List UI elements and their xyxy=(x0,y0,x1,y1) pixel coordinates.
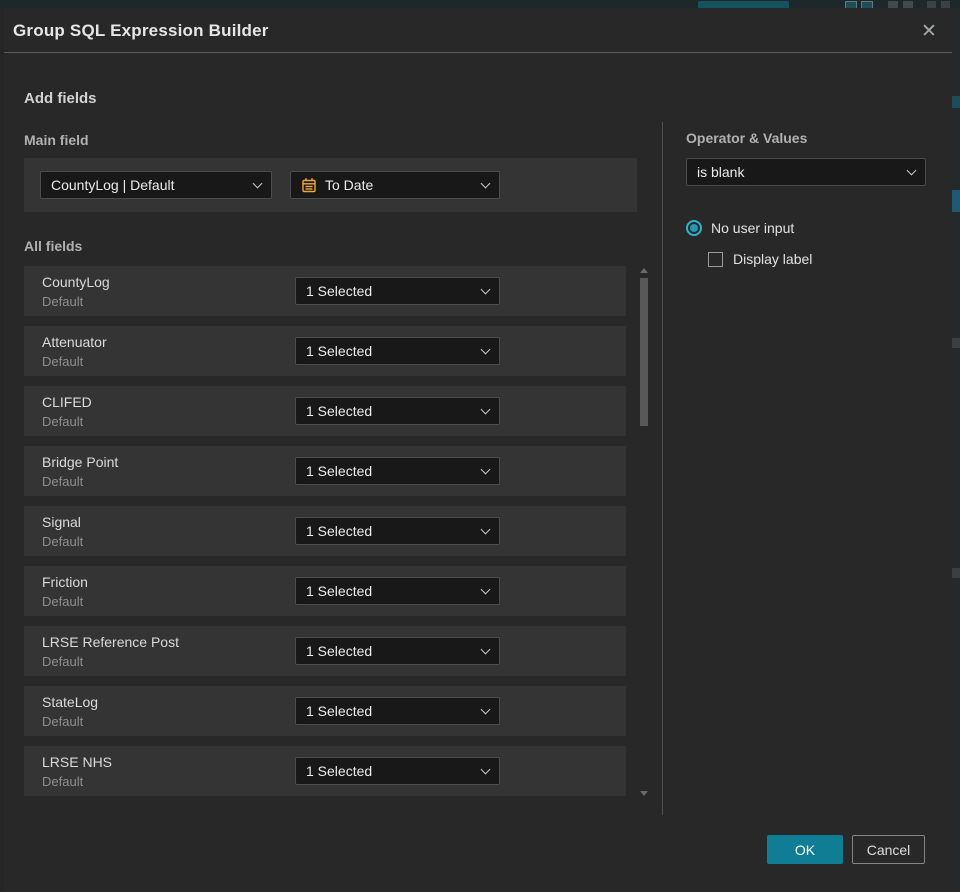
operator-dropdown-value: is blank xyxy=(697,164,745,180)
toolbar-fragment xyxy=(927,1,936,8)
main-field-dropdown-value: CountyLog | Default xyxy=(51,177,175,193)
field-subtitle: Default xyxy=(42,594,84,609)
chevron-down-icon xyxy=(480,284,491,294)
field-row-bridge-point: Bridge Point Default 1 Selected xyxy=(24,446,626,496)
field-subtitle: Default xyxy=(42,534,84,549)
background-fragment xyxy=(952,338,960,348)
field-name: Attenuator xyxy=(42,334,107,350)
chevron-down-icon xyxy=(480,344,491,354)
operator-values-label: Operator & Values xyxy=(686,130,808,146)
field-selected-dropdown[interactable]: 1 Selected xyxy=(295,577,500,605)
group-sql-expression-builder-dialog: Group SQL Expression Builder ✕ Add field… xyxy=(4,8,952,892)
field-name: StateLog xyxy=(42,694,99,710)
toolbar-fragment xyxy=(888,1,898,8)
field-name: Signal xyxy=(42,514,81,530)
field-row-lrse-reference-post: LRSE Reference Post Default 1 Selected xyxy=(24,626,626,676)
selected-count: 1 Selected xyxy=(306,523,373,539)
selected-count: 1 Selected xyxy=(306,583,373,599)
field-subtitle: Default xyxy=(42,654,84,669)
chevron-down-icon xyxy=(252,178,263,188)
field-subtitle: Default xyxy=(42,714,84,729)
main-field-date-value: To Date xyxy=(325,177,374,193)
field-name: CLIFED xyxy=(42,394,92,410)
field-name: Bridge Point xyxy=(42,454,119,470)
main-field-label: Main field xyxy=(24,132,89,148)
fields-list-scrollbar[interactable] xyxy=(640,266,648,798)
chevron-down-icon xyxy=(480,464,491,474)
display-label-label: Display label xyxy=(733,251,813,267)
chevron-down-icon xyxy=(480,404,491,414)
background-fragment xyxy=(952,190,960,212)
chevron-down-icon xyxy=(480,178,491,188)
background-fragment xyxy=(952,96,960,108)
field-selected-dropdown[interactable]: 1 Selected xyxy=(295,517,500,545)
main-field-date-dropdown[interactable]: To Date xyxy=(290,171,500,199)
field-row-friction: Friction Default 1 Selected xyxy=(24,566,626,616)
panel-divider xyxy=(662,122,663,815)
field-name: CountyLog xyxy=(42,274,110,290)
no-user-input-radio-row[interactable]: No user input xyxy=(686,220,794,236)
chevron-down-icon xyxy=(480,644,491,654)
field-name: Friction xyxy=(42,574,88,590)
scroll-up-icon[interactable] xyxy=(640,268,648,273)
field-selected-dropdown[interactable]: 1 Selected xyxy=(295,697,500,725)
selected-count: 1 Selected xyxy=(306,283,373,299)
toolbar-fragment xyxy=(861,1,873,8)
display-label-checkbox-row[interactable]: Display label xyxy=(708,251,812,267)
field-subtitle: Default xyxy=(42,294,84,309)
dialog-titlebar: Group SQL Expression Builder ✕ xyxy=(4,8,952,53)
field-row-clifed: CLIFED Default 1 Selected xyxy=(24,386,626,436)
selected-count: 1 Selected xyxy=(306,703,373,719)
field-subtitle: Default xyxy=(42,354,84,369)
dialog-title: Group SQL Expression Builder xyxy=(13,21,269,40)
field-row-statelog: StateLog Default 1 Selected xyxy=(24,686,626,736)
selected-count: 1 Selected xyxy=(306,343,373,359)
field-row-attenuator: Attenuator Default 1 Selected xyxy=(24,326,626,376)
background-fragment xyxy=(952,568,960,578)
field-row-lrse-nhs: LRSE NHS Default 1 Selected xyxy=(24,746,626,796)
main-field-dropdown[interactable]: CountyLog | Default xyxy=(40,171,272,199)
selected-count: 1 Selected xyxy=(306,643,373,659)
scroll-down-icon[interactable] xyxy=(640,791,648,796)
selected-count: 1 Selected xyxy=(306,403,373,419)
selected-count: 1 Selected xyxy=(306,763,373,779)
field-name: LRSE Reference Post xyxy=(42,634,179,650)
field-selected-dropdown[interactable]: 1 Selected xyxy=(295,757,500,785)
ok-button[interactable]: OK xyxy=(767,835,843,864)
field-selected-dropdown[interactable]: 1 Selected xyxy=(295,337,500,365)
field-selected-dropdown[interactable]: 1 Selected xyxy=(295,637,500,665)
checkbox-unchecked-icon[interactable] xyxy=(708,251,723,267)
cancel-button[interactable]: Cancel xyxy=(852,835,925,864)
field-subtitle: Default xyxy=(42,474,84,489)
field-selected-dropdown[interactable]: 1 Selected xyxy=(295,457,500,485)
field-name: LRSE NHS xyxy=(42,754,113,770)
close-icon[interactable]: ✕ xyxy=(916,18,942,44)
toolbar-fragment xyxy=(845,1,857,8)
calendar-icon xyxy=(301,177,317,193)
background-app-top-strip: Live view xyxy=(0,0,960,8)
field-subtitle: Default xyxy=(42,414,84,429)
add-fields-heading: Add fields xyxy=(24,90,97,107)
field-row-countylog: CountyLog Default 1 Selected xyxy=(24,266,626,316)
no-user-input-label: No user input xyxy=(711,220,795,236)
toolbar-fragment xyxy=(941,1,950,8)
chevron-down-icon xyxy=(480,584,491,594)
field-row-signal: Signal Default 1 Selected xyxy=(24,506,626,556)
chevron-down-icon xyxy=(480,764,491,774)
field-selected-dropdown[interactable]: 1 Selected xyxy=(295,277,500,305)
background-app-right-strip xyxy=(952,8,960,892)
operator-dropdown[interactable]: is blank xyxy=(686,158,926,186)
chevron-down-icon xyxy=(480,704,491,714)
radio-selected-icon[interactable] xyxy=(686,220,702,236)
main-field-panel: CountyLog | Default To Date xyxy=(24,158,637,212)
field-selected-dropdown[interactable]: 1 Selected xyxy=(295,397,500,425)
toolbar-fragment xyxy=(903,1,913,8)
chevron-down-icon xyxy=(906,165,917,175)
field-subtitle: Default xyxy=(42,774,84,789)
all-fields-label: All fields xyxy=(24,238,83,254)
chevron-down-icon xyxy=(480,524,491,534)
selected-count: 1 Selected xyxy=(306,463,373,479)
scrollbar-thumb[interactable] xyxy=(640,278,648,426)
live-view-button: Live view xyxy=(698,1,790,8)
